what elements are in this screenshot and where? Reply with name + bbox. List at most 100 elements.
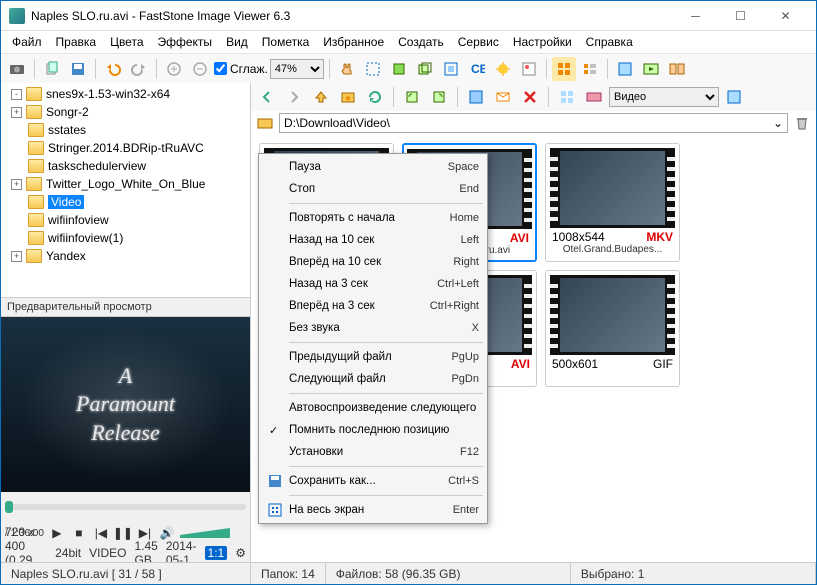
camera-icon[interactable] bbox=[5, 57, 29, 81]
folder-icon bbox=[28, 159, 44, 173]
refresh-icon[interactable] bbox=[363, 85, 387, 109]
menu-Справка[interactable]: Справка bbox=[579, 33, 640, 51]
compare-icon[interactable] bbox=[665, 57, 689, 81]
zoom-in-icon[interactable] bbox=[162, 57, 186, 81]
menu-item[interactable]: Назад на 3 секCtrl+Left bbox=[261, 273, 485, 295]
menu-item[interactable]: Предыдущий файлPgUp bbox=[261, 346, 485, 368]
menu-item[interactable]: На весь экранEnter bbox=[261, 499, 485, 521]
zoom-select[interactable]: 47% bbox=[270, 59, 324, 79]
delete-icon[interactable] bbox=[518, 85, 542, 109]
copy-icon[interactable] bbox=[40, 57, 64, 81]
play-icon[interactable]: ▶ bbox=[48, 524, 66, 542]
back-icon[interactable] bbox=[255, 85, 279, 109]
fullscreen-icon[interactable] bbox=[613, 57, 637, 81]
smooth-checkbox[interactable]: Сглаж. bbox=[214, 62, 268, 76]
preview-watermark: AParamountRelease bbox=[1, 317, 250, 492]
menu-Настройки[interactable]: Настройки bbox=[506, 33, 579, 51]
menu-item[interactable]: Вперёд на 3 секCtrl+Right bbox=[261, 295, 485, 317]
resize-icon[interactable] bbox=[439, 57, 463, 81]
forward-icon[interactable] bbox=[282, 85, 306, 109]
filter-select[interactable]: Видео bbox=[609, 87, 719, 107]
rotate-right-icon[interactable] bbox=[427, 85, 451, 109]
menu-item[interactable]: ПаузаSpace bbox=[261, 156, 485, 178]
tree-item[interactable]: taskschedulerview bbox=[3, 157, 248, 175]
folder-tree[interactable]: -snes9x-1.53-win32-x64+Songr-2sstatesStr… bbox=[1, 83, 250, 297]
menu-item[interactable]: Сохранить как...Ctrl+S bbox=[261, 470, 485, 492]
browser-toolbar: Видео bbox=[251, 83, 816, 111]
hand-icon[interactable] bbox=[335, 57, 359, 81]
menu-Пометка[interactable]: Пометка bbox=[255, 33, 317, 51]
rotate-left-icon[interactable] bbox=[400, 85, 424, 109]
minimize-button[interactable]: ─ bbox=[673, 2, 718, 30]
tree-item[interactable]: wifiinfoview bbox=[3, 211, 248, 229]
settings-icon[interactable] bbox=[555, 85, 579, 109]
tree-item[interactable]: +Songr-2 bbox=[3, 103, 248, 121]
menu-item[interactable]: Следующий файлPgDn bbox=[261, 368, 485, 390]
canvas-icon[interactable]: CB bbox=[465, 57, 489, 81]
view-detail-icon[interactable] bbox=[578, 57, 602, 81]
menu-Цвета[interactable]: Цвета bbox=[103, 33, 150, 51]
gear-icon[interactable]: ⚙ bbox=[235, 546, 246, 560]
undo-icon[interactable] bbox=[101, 57, 125, 81]
preview-area[interactable]: AParamountRelease bbox=[1, 317, 250, 492]
menu-Файл[interactable]: Файл bbox=[5, 33, 49, 51]
crop-icon[interactable] bbox=[387, 57, 411, 81]
email-icon[interactable] bbox=[491, 85, 515, 109]
tree-item[interactable]: +Twitter_Logo_White_On_Blue bbox=[3, 175, 248, 193]
menu-item[interactable]: Назад на 10 секLeft bbox=[261, 229, 485, 251]
zoom-out-icon[interactable] bbox=[188, 57, 212, 81]
menu-Вид[interactable]: Вид bbox=[219, 33, 255, 51]
prev-icon[interactable]: |◀ bbox=[92, 524, 110, 542]
pause-icon[interactable]: ❚❚ bbox=[114, 524, 132, 542]
tree-item[interactable]: Video bbox=[3, 193, 248, 211]
preset-save-icon[interactable] bbox=[722, 85, 746, 109]
menu-item[interactable]: Повторять с началаHome bbox=[261, 207, 485, 229]
path-input[interactable]: D:\Download\Video\⌄ bbox=[279, 113, 788, 133]
menu-Сервис[interactable]: Сервис bbox=[451, 33, 506, 51]
volume-slider[interactable] bbox=[180, 528, 230, 538]
slideshow-icon[interactable] bbox=[639, 57, 663, 81]
menu-item[interactable]: Без звукаX bbox=[261, 317, 485, 339]
menu-Избранное[interactable]: Избранное bbox=[316, 33, 391, 51]
skin-icon[interactable] bbox=[582, 85, 606, 109]
maximize-button[interactable]: ☐ bbox=[718, 2, 763, 30]
tree-item[interactable]: sstates bbox=[3, 121, 248, 139]
menu-Правка[interactable]: Правка bbox=[49, 33, 104, 51]
context-menu: ПаузаSpaceСтопEndПовторять с началаHomeН… bbox=[258, 153, 488, 524]
menu-item[interactable]: Вперёд на 10 секRight bbox=[261, 251, 485, 273]
clone-icon[interactable] bbox=[413, 57, 437, 81]
folder-icon[interactable] bbox=[255, 113, 275, 133]
menu-Создать[interactable]: Создать bbox=[391, 33, 451, 51]
status-filename: Naples SLO.ru.avi [ 31 / 58 ] bbox=[1, 563, 251, 584]
draw-icon[interactable] bbox=[517, 57, 541, 81]
folder-icon bbox=[28, 231, 44, 245]
app-icon bbox=[9, 8, 25, 24]
menu-item[interactable]: ✓Помнить последнюю позицию bbox=[261, 419, 485, 441]
view-thumbs-icon[interactable] bbox=[552, 57, 576, 81]
ratio-badge[interactable]: 1:1 bbox=[205, 546, 228, 560]
player-bar bbox=[1, 492, 250, 522]
menu-item[interactable]: СтопEnd bbox=[261, 178, 485, 200]
tree-item[interactable]: +Yandex bbox=[3, 247, 248, 265]
redo-icon[interactable] bbox=[127, 57, 151, 81]
tree-item[interactable]: -snes9x-1.53-win32-x64 bbox=[3, 85, 248, 103]
select-icon[interactable] bbox=[361, 57, 385, 81]
trash-icon[interactable] bbox=[792, 113, 812, 133]
thumbnail[interactable]: 1008x544MKVOtel.Grand.Budapes... bbox=[545, 143, 680, 262]
folder-icon bbox=[26, 105, 42, 119]
thumbnail[interactable]: 500x601GIF bbox=[545, 270, 680, 387]
stop-icon[interactable]: ■ bbox=[70, 524, 88, 542]
seek-slider[interactable] bbox=[5, 504, 246, 510]
save-icon[interactable] bbox=[66, 57, 90, 81]
tree-item[interactable]: wifiinfoview(1) bbox=[3, 229, 248, 247]
fav-icon[interactable] bbox=[336, 85, 360, 109]
batch-icon[interactable] bbox=[464, 85, 488, 109]
window-title: Naples SLO.ru.avi - FastStone Image View… bbox=[31, 9, 673, 23]
menu-Эффекты[interactable]: Эффекты bbox=[151, 33, 220, 51]
close-button[interactable]: ✕ bbox=[763, 2, 808, 30]
up-icon[interactable] bbox=[309, 85, 333, 109]
tree-item[interactable]: Stringer.2014.BDRip-tRuAVC bbox=[3, 139, 248, 157]
menu-item[interactable]: Автовоспроизведение следующего bbox=[261, 397, 485, 419]
menu-item[interactable]: УстановкиF12 bbox=[261, 441, 485, 463]
adjust-icon[interactable] bbox=[491, 57, 515, 81]
